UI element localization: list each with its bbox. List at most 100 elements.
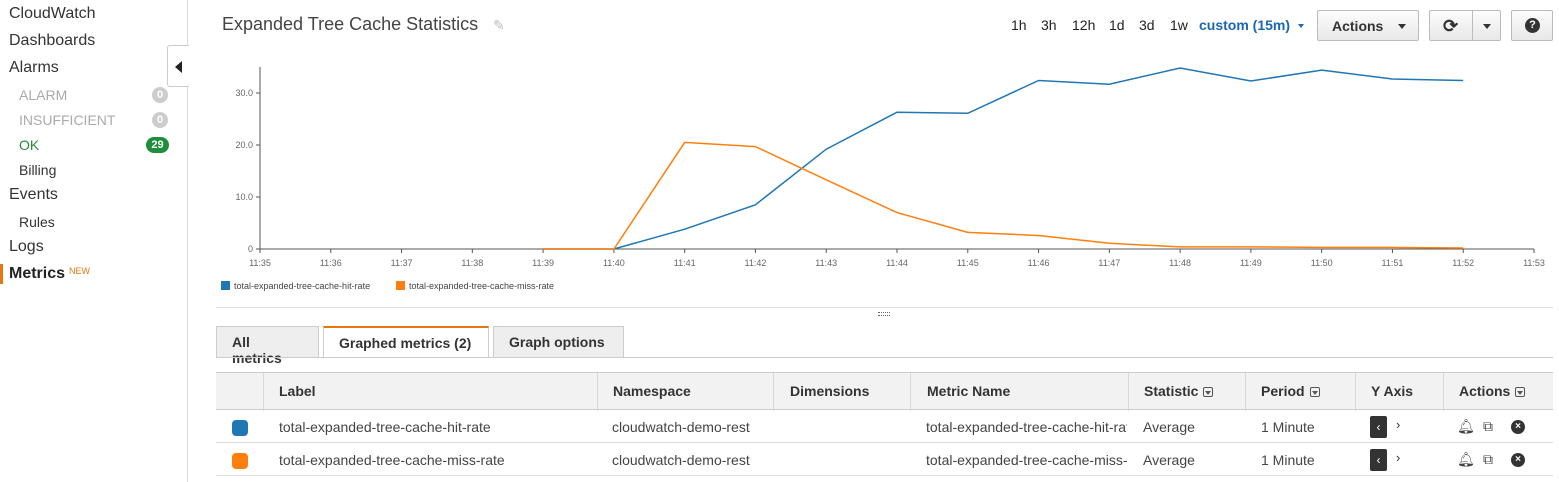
cell-statistic[interactable]: Average (1143, 452, 1238, 468)
cell-label[interactable]: total-expanded-tree-cache-hit-rate (279, 419, 579, 435)
x-tick-label: 11:40 (603, 258, 625, 268)
col-period[interactable]: Period (1261, 383, 1320, 399)
sort-dropdown-icon[interactable] (1309, 387, 1320, 397)
collapse-sidebar-button[interactable] (167, 45, 189, 87)
chevron-down-icon[interactable] (1298, 24, 1304, 28)
chevron-down-icon (1483, 24, 1491, 29)
range-custom[interactable]: custom (15m) (1199, 17, 1290, 33)
col-metric-name[interactable]: Metric Name (927, 383, 1010, 399)
y-axis-right-button[interactable]: › (1396, 450, 1400, 465)
series-color-swatch[interactable] (232, 453, 248, 469)
nav-alarms[interactable]: Alarms (9, 59, 59, 77)
legend-label: total-expanded-tree-cache-hit-rate (234, 281, 370, 291)
range-1d[interactable]: 1d (1109, 17, 1125, 33)
col-period-label: Period (1261, 383, 1305, 399)
x-tick-label: 11:37 (391, 258, 413, 268)
sort-dropdown-icon[interactable] (1515, 387, 1526, 397)
bell-icon[interactable]: 🔔︎ (1457, 418, 1475, 435)
col-dimensions[interactable]: Dimensions (790, 383, 869, 399)
refresh-icon: ⟳ (1443, 16, 1459, 36)
cell-statistic[interactable]: Average (1143, 419, 1238, 435)
cell-period[interactable]: 1 Minute (1261, 419, 1351, 435)
range-12h[interactable]: 12h (1072, 17, 1095, 33)
range-1h[interactable]: 1h (1011, 17, 1027, 33)
y-tick-label: 20.0 (235, 140, 253, 150)
cell-namespace: cloudwatch-demo-rest (612, 452, 750, 468)
column-separator (1128, 373, 1129, 411)
series-line-miss-rate (543, 141, 1464, 250)
x-tick-label: 11:45 (957, 258, 979, 268)
x-tick-label: 11:52 (1452, 258, 1474, 268)
bell-icon[interactable]: 🔔︎ (1457, 451, 1475, 468)
cell-namespace: cloudwatch-demo-rest (612, 419, 750, 435)
nav-rules[interactable]: Rules (19, 214, 55, 230)
nav-alarm-state-alarm[interactable]: ALARM (19, 87, 67, 103)
nav-logs[interactable]: Logs (9, 238, 44, 256)
col-statistic[interactable]: Statistic (1144, 383, 1214, 399)
x-tick-label: 11:51 (1382, 258, 1404, 268)
nav-dashboards[interactable]: Dashboards (9, 32, 95, 50)
y-tick-label: 0 (248, 244, 253, 254)
cell-period[interactable]: 1 Minute (1261, 452, 1351, 468)
close-icon[interactable]: × (1511, 453, 1525, 467)
new-tag: NEW (69, 266, 90, 276)
sort-dropdown-icon[interactable] (1203, 387, 1214, 397)
cell-metric-name: total-expanded-tree-cache-miss-rate (926, 452, 1127, 468)
ok-count-badge: 29 (146, 137, 169, 153)
range-3h[interactable]: 3h (1041, 17, 1057, 33)
actions-button-label: Actions (1332, 18, 1384, 34)
edit-pencil-icon[interactable]: ✎ (493, 17, 505, 34)
panel-divider (216, 307, 1553, 308)
col-y-axis[interactable]: Y Axis (1371, 383, 1413, 399)
actions-button[interactable]: Actions (1317, 10, 1419, 41)
x-tick-label: 11:48 (1169, 258, 1191, 268)
col-namespace[interactable]: Namespace (613, 383, 691, 399)
active-nav-indicator (0, 264, 3, 284)
y-tick-label: 10.0 (235, 192, 253, 202)
table-row: total-expanded-tree-cache-hit-rate cloud… (216, 411, 1553, 443)
col-label[interactable]: Label (279, 383, 316, 399)
table-row: total-expanded-tree-cache-miss-rate clou… (216, 444, 1553, 476)
range-3d[interactable]: 3d (1139, 17, 1155, 33)
y-axis-right-button[interactable]: › (1396, 417, 1400, 432)
x-tick-label: 11:53 (1523, 258, 1545, 268)
nav-cloudwatch[interactable]: CloudWatch (9, 5, 96, 23)
nav-alarm-state-ok[interactable]: OK (19, 137, 39, 153)
x-tick-label: 11:47 (1098, 258, 1120, 268)
y-axis-left-button[interactable]: ‹ (1370, 416, 1387, 438)
series-color-swatch[interactable] (232, 420, 248, 436)
resize-handle[interactable] (878, 312, 890, 316)
col-actions[interactable]: Actions (1459, 383, 1526, 399)
refresh-options-button[interactable] (1472, 10, 1501, 41)
tabs-baseline (216, 357, 1553, 358)
refresh-button[interactable]: ⟳ (1429, 10, 1473, 41)
col-statistic-label: Statistic (1144, 383, 1199, 399)
column-separator (597, 373, 598, 411)
page-title: Expanded Tree Cache Statistics (222, 14, 479, 34)
column-separator (773, 373, 774, 411)
nav-events[interactable]: Events (9, 186, 58, 204)
duplicate-icon[interactable]: ⧉ (1483, 451, 1493, 468)
x-tick-label: 11:42 (745, 258, 767, 268)
nav-alarm-state-insufficient[interactable]: INSUFFICIENT (19, 112, 115, 128)
nav-billing[interactable]: Billing (19, 162, 56, 178)
x-tick-label: 11:50 (1311, 258, 1333, 268)
tab-graph-options[interactable]: Graph options (493, 326, 624, 357)
close-icon[interactable]: × (1511, 420, 1525, 434)
column-separator (1443, 373, 1444, 411)
tab-all-metrics[interactable]: All metrics (216, 326, 319, 366)
column-separator (1355, 373, 1356, 411)
duplicate-icon[interactable]: ⧉ (1483, 418, 1493, 435)
range-1w[interactable]: 1w (1170, 17, 1188, 33)
help-button[interactable]: ? (1511, 10, 1553, 41)
chevron-down-icon (1398, 24, 1406, 29)
nav-metrics[interactable]: Metrics (9, 265, 65, 283)
column-separator (910, 373, 911, 411)
y-axis-left-button[interactable]: ‹ (1370, 449, 1387, 471)
sidebar: CloudWatch Dashboards Alarms ALARM 0 INS… (0, 0, 188, 482)
legend-swatch (221, 281, 230, 290)
tab-graphed-metrics[interactable]: Graphed metrics (2) (323, 326, 489, 358)
legend-label: total-expanded-tree-cache-miss-rate (409, 281, 554, 291)
x-tick-label: 11:35 (249, 258, 271, 268)
cell-label[interactable]: total-expanded-tree-cache-miss-rate (279, 452, 579, 468)
